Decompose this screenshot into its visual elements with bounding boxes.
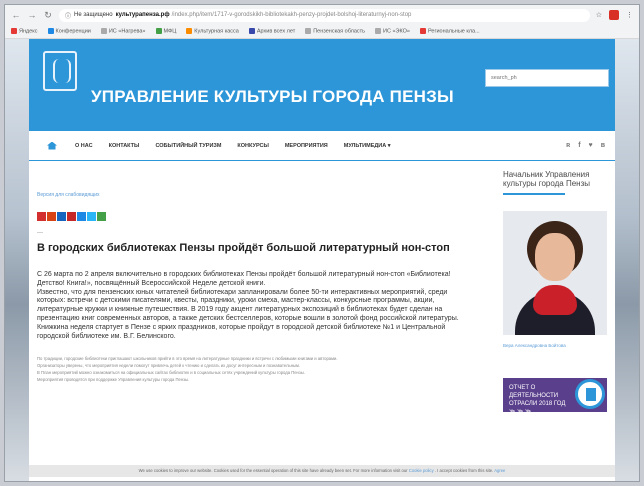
article-body: С 26 марта по 2 апреля включительно в го… (37, 271, 471, 341)
extension-icon[interactable] (609, 10, 619, 20)
reload-icon[interactable]: ↻ (43, 10, 53, 21)
divider-dash: — (37, 230, 43, 236)
footnote-line: В План мероприятий можно ознакомиться на… (37, 370, 305, 376)
share-icon[interactable] (37, 212, 46, 221)
social-links: ʀ f ♥ в (566, 142, 605, 149)
cookie-text: We use cookies to improve our website. C… (138, 468, 408, 473)
share-icon[interactable] (47, 212, 56, 221)
sidebar-heading: Начальник Управления культуры города Пен… (503, 170, 590, 188)
article-title: В городских библиотеках Пензы пройдёт бо… (37, 242, 450, 254)
page-viewport: УПРАВЛЕНИЕ КУЛЬТУРЫ ГОРОДА ПЕНЗЫ О НАС К… (5, 39, 639, 481)
cookie-policy-link[interactable]: Cookie policy (409, 468, 434, 473)
coat-of-arms-icon[interactable] (43, 51, 77, 91)
menu-icon[interactable]: ⋮ (626, 11, 633, 19)
url-field[interactable]: ⓘ Не защищено культурапенза.рф /index.ph… (59, 8, 590, 22)
article-footnotes: По традиции, городские библиотеки пригла… (37, 355, 471, 383)
article: Версия для слабовидящих — В городских би… (29, 162, 479, 481)
share-icon[interactable] (97, 212, 106, 221)
facebook-icon[interactable]: f (578, 142, 580, 149)
nav-item-tourism[interactable]: СОБЫТИЙНЫЙ ТУРИЗМ (155, 143, 221, 149)
footnote-line: Организаторы уверены, что мероприятия не… (37, 363, 301, 369)
head-portrait[interactable] (503, 211, 607, 335)
share-buttons (37, 212, 471, 221)
bookmark-item[interactable]: Региональные кла... (419, 28, 480, 35)
bookmark-item[interactable]: ИС «Нагрева» (100, 28, 146, 35)
vk-icon[interactable]: в (601, 142, 605, 149)
sidebar-divider (503, 193, 565, 195)
site-title[interactable]: УПРАВЛЕНИЕ КУЛЬТУРЫ ГОРОДА ПЕНЗЫ (91, 87, 454, 107)
twitter-icon[interactable]: ♥ (589, 142, 593, 149)
main-nav: О НАС КОНТАКТЫ СОБЫТИЙНЫЙ ТУРИЗМ КОНКУРС… (29, 131, 615, 161)
article-paragraph: С 26 марта по 2 апреля включительно в го… (37, 271, 451, 287)
nav-item-multimedia[interactable]: МУЛЬТИМЕДИА ▾ (344, 143, 391, 149)
share-icon[interactable] (67, 212, 76, 221)
back-icon[interactable]: ← (11, 10, 21, 20)
share-icon[interactable] (57, 212, 66, 221)
background-right (615, 39, 639, 481)
bookmark-item[interactable]: Яндекс (11, 28, 38, 35)
cookie-text-2: . I accept cookies from this site. (434, 468, 494, 473)
rss-icon[interactable]: ʀ (566, 142, 570, 149)
portrait-caption[interactable]: Вера Александровна Бойтова (503, 343, 607, 348)
home-icon[interactable] (47, 141, 57, 150)
address-bar: ← → ↻ ⓘ Не защищено культурапенза.рф /in… (5, 5, 639, 25)
article-paragraph: Известно, что для пензенских юных читате… (37, 288, 459, 322)
bookmark-item[interactable]: ИС «ЭКО» (375, 28, 410, 35)
url-domain: культурапенза.рф (115, 12, 170, 18)
cookie-agree-link[interactable]: Agree (494, 468, 505, 473)
nav-item-contests[interactable]: КОНКУРСЫ (237, 143, 268, 149)
background-left (5, 39, 29, 481)
nav-item-contacts[interactable]: КОНТАКТЫ (109, 143, 140, 149)
site-content: УПРАВЛЕНИЕ КУЛЬТУРЫ ГОРОДА ПЕНЗЫ О НАС К… (29, 39, 615, 481)
url-path: /index.php/item/1717-v-gorodskikh-biblio… (171, 12, 412, 18)
info-icon[interactable]: ⓘ (65, 11, 71, 20)
cookie-banner: We use cookies to improve our website. C… (29, 465, 615, 477)
bookmark-item[interactable]: Культурная касса (186, 28, 239, 35)
footnote-line: По традиции, городские библиотеки пригла… (37, 356, 338, 362)
bookmark-item[interactable]: МФЦ (155, 28, 176, 35)
nav-item-events[interactable]: МЕРОПРИЯТИЯ (285, 143, 328, 149)
site-header: УПРАВЛЕНИЕ КУЛЬТУРЫ ГОРОДА ПЕНЗЫ (29, 39, 615, 131)
report-banner-text: ОТЧЕТ О ДЕЯТЕЛЬНОСТИ ОТРАСЛИ 2018 ГОД ≫ … (509, 385, 566, 415)
bookmark-star-icon[interactable]: ☆ (596, 11, 602, 19)
sidebar: Начальник Управления культуры города Пен… (503, 162, 607, 415)
footnote-line: Мероприятия проводятся при поддержке Упр… (37, 377, 190, 383)
forward-icon[interactable]: → (27, 10, 37, 20)
search-input[interactable] (485, 69, 609, 87)
share-icon[interactable] (77, 212, 86, 221)
bookmarks-bar: Яндекс Конференции ИС «Нагрева» МФЦ Куль… (5, 25, 639, 39)
bookmark-item[interactable]: Пензенская область (305, 28, 365, 35)
nav-item-about[interactable]: О НАС (75, 143, 93, 149)
url-security-label: Не защищено (74, 12, 113, 18)
browser-window: ← → ↻ ⓘ Не защищено культурапенза.рф /in… (4, 4, 640, 482)
bookmark-item[interactable]: Архив всех лет (248, 28, 295, 35)
article-paragraph: Книжкина неделя стартует в Пензе с ярких… (37, 323, 446, 340)
bookmark-item[interactable]: Конференции (47, 28, 91, 35)
document-icon (575, 379, 605, 409)
report-banner[interactable]: ОТЧЕТ О ДЕЯТЕЛЬНОСТИ ОТРАСЛИ 2018 ГОД ≫ … (503, 378, 607, 415)
accessibility-link[interactable]: Версия для слабовидящих (37, 192, 471, 198)
share-icon[interactable] (87, 212, 96, 221)
